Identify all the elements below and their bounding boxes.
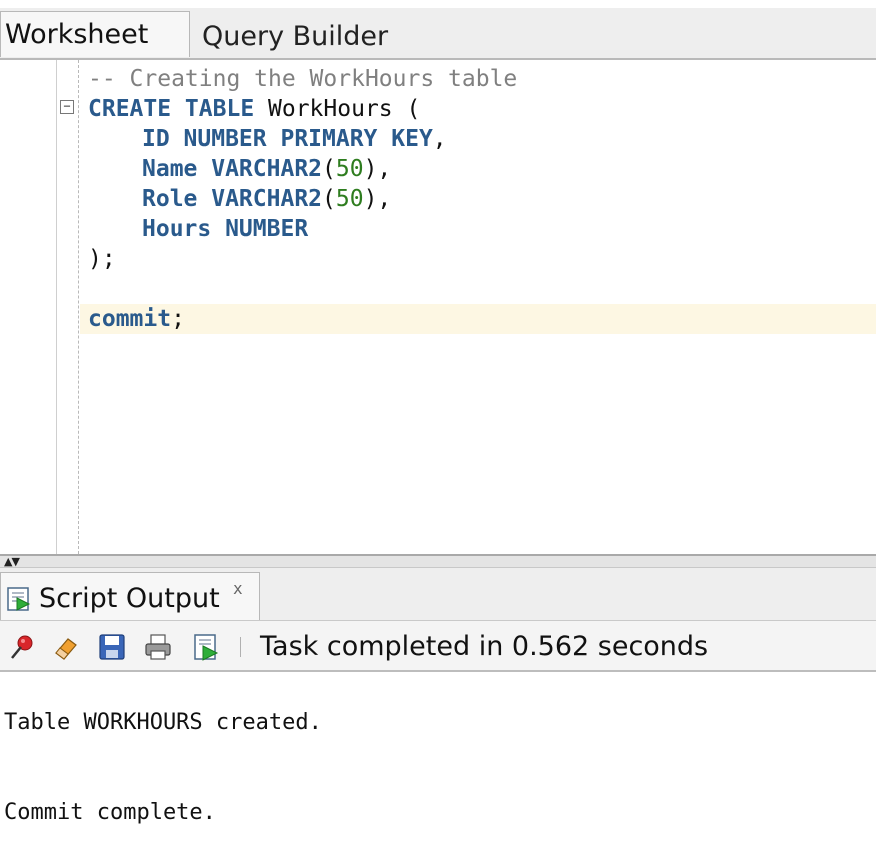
output-tab-bar: Script Output x — [0, 568, 876, 620]
code-line-5: Role VARCHAR2(50), — [142, 184, 391, 214]
number-literal: 50 — [335, 186, 364, 212]
punct: ), — [363, 186, 392, 212]
column-name-def: Name VARCHAR2 — [142, 156, 323, 182]
punct: ; — [171, 306, 185, 332]
punct: ( — [322, 186, 336, 212]
column-hours-def: Hours NUMBER — [142, 216, 309, 242]
keyword-commit: commit — [88, 306, 172, 332]
current-line-highlight — [80, 304, 876, 334]
close-icon[interactable]: x — [233, 579, 243, 598]
punct: ), — [363, 156, 392, 182]
code-line-2: CREATE TABLE WorkHours ( — [88, 94, 420, 124]
line-gutter — [0, 60, 57, 554]
splitter-arrows-icon[interactable]: ▲▼ — [4, 556, 20, 568]
output-message: Commit complete. — [4, 800, 216, 825]
script-output-icon — [7, 587, 31, 611]
tab-script-output[interactable]: Script Output x — [0, 572, 260, 620]
punct: ); — [88, 246, 116, 272]
code-line-6: Hours NUMBER — [142, 214, 308, 244]
script-output-area[interactable]: Table WORKHOURS created. Commit complete… — [0, 672, 876, 860]
tab-query-builder[interactable]: Query Builder — [198, 16, 408, 58]
table-name: WorkHours ( — [254, 96, 421, 122]
code-line-3: ID NUMBER PRIMARY KEY, — [142, 124, 447, 154]
code-line-4: Name VARCHAR2(50), — [142, 154, 391, 184]
save-icon[interactable] — [98, 633, 126, 661]
sql-comment: -- Creating the WorkHours table — [88, 66, 518, 92]
fold-guide — [78, 60, 79, 554]
column-role-def: Role VARCHAR2 — [142, 186, 323, 212]
script-output-label: Script Output — [39, 583, 220, 614]
run-script-icon[interactable] — [192, 633, 220, 661]
punct: , — [432, 126, 447, 152]
panel-splitter[interactable]: ▲▼ — [0, 554, 876, 568]
fold-toggle-icon[interactable]: − — [60, 100, 74, 114]
sql-editor[interactable]: − -- Creating the WorkHours table CREATE… — [0, 60, 876, 554]
number-literal: 50 — [335, 156, 364, 182]
punct: ( — [322, 156, 336, 182]
eraser-icon[interactable] — [52, 633, 80, 661]
column-id-def: ID NUMBER PRIMARY KEY — [142, 126, 433, 152]
output-message: Table WORKHOURS created. — [4, 710, 322, 735]
task-status-text: Task completed in 0.562 seconds — [260, 631, 709, 662]
keyword-create-table: CREATE TABLE — [88, 96, 255, 122]
editor-tab-bar: Worksheet Query Builder — [0, 8, 876, 60]
output-toolbar: Task completed in 0.562 seconds — [0, 620, 876, 672]
toolbar-separator — [240, 637, 241, 657]
code-line-9: commit; — [88, 304, 185, 334]
pin-icon[interactable] — [8, 633, 36, 661]
print-icon[interactable] — [144, 633, 172, 661]
code-line-1: -- Creating the WorkHours table — [88, 64, 517, 94]
tab-worksheet[interactable]: Worksheet — [0, 11, 190, 57]
code-line-7: ); — [88, 244, 116, 274]
